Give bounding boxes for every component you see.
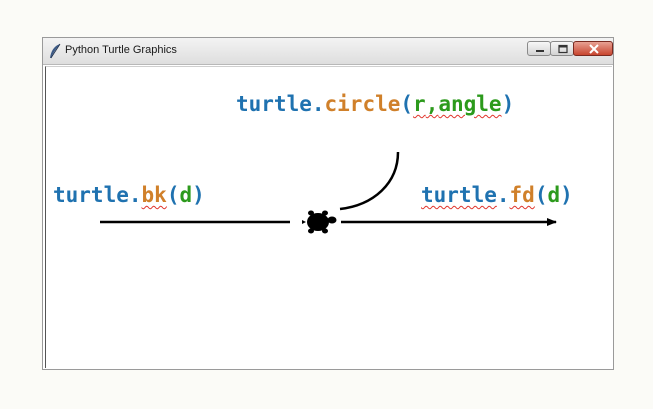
fd-method-text: fd <box>509 183 535 207</box>
bk-dot-text: . <box>128 183 142 207</box>
fd-dot-text: . <box>496 183 510 207</box>
circle-command-label: turtle.circle(r,angle) <box>236 92 514 116</box>
circle-arg-r: r <box>413 92 426 116</box>
turtle-icon <box>302 210 337 234</box>
circle-open-paren: ( <box>400 92 414 116</box>
fd-close-paren: ) <box>560 183 573 207</box>
circle-object-text: turtle <box>236 92 312 116</box>
bk-command-label: turtle.bk(d) <box>53 183 205 207</box>
circle-arg-separator: , <box>425 92 439 116</box>
fd-arg-d: d <box>547 183 561 207</box>
circle-arc <box>339 151 400 211</box>
fd-object-text: turtle <box>421 183 497 207</box>
bk-arg-d: d <box>179 183 193 207</box>
bk-open-paren: ( <box>166 183 180 207</box>
circle-dot-text: . <box>311 92 325 116</box>
fd-command-label: turtle.fd(d) <box>421 183 573 207</box>
bk-close-paren: ) <box>192 183 205 207</box>
circle-method-text: circle <box>324 92 401 116</box>
fd-open-paren: ( <box>534 183 548 207</box>
bk-object-text: turtle <box>53 183 129 207</box>
circle-close-paren: ) <box>501 92 515 116</box>
bk-method-text: bk <box>141 183 167 207</box>
circle-arg-angle: angle <box>438 92 502 116</box>
